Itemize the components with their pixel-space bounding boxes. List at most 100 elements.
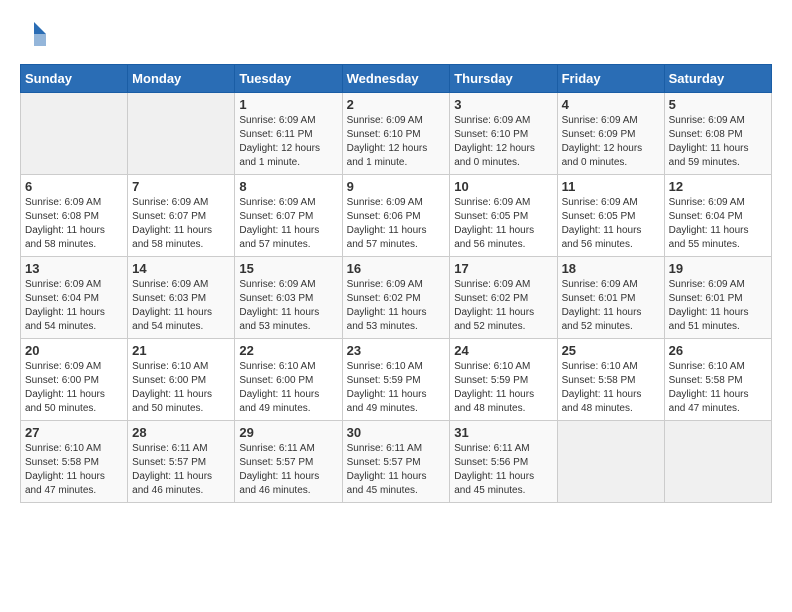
weekday-header: Friday <box>557 65 664 93</box>
calendar-week-row: 1 Sunrise: 6:09 AM Sunset: 6:11 PM Daylig… <box>21 93 772 175</box>
calendar-cell: 16 Sunrise: 6:09 AM Sunset: 6:02 PM Dayli… <box>342 257 450 339</box>
day-info: Sunrise: 6:10 AM Sunset: 5:59 PM Dayligh… <box>347 360 446 416</box>
day-info: Sunrise: 6:09 AM Sunset: 6:08 PM Dayligh… <box>25 196 123 252</box>
day-number: 16 <box>347 261 446 276</box>
day-number: 2 <box>347 97 446 112</box>
calendar-week-row: 13 Sunrise: 6:09 AM Sunset: 6:04 PM Dayli… <box>21 257 772 339</box>
day-info: Sunrise: 6:09 AM Sunset: 6:04 PM Dayligh… <box>669 196 767 252</box>
calendar-cell <box>557 421 664 503</box>
day-info: Sunrise: 6:09 AM Sunset: 6:05 PM Dayligh… <box>562 196 660 252</box>
day-info: Sunrise: 6:09 AM Sunset: 6:08 PM Dayligh… <box>669 114 767 170</box>
calendar-cell: 2 Sunrise: 6:09 AM Sunset: 6:10 PM Daylig… <box>342 93 450 175</box>
day-info: Sunrise: 6:09 AM Sunset: 6:10 PM Dayligh… <box>347 114 446 170</box>
calendar-cell: 13 Sunrise: 6:09 AM Sunset: 6:04 PM Dayli… <box>21 257 128 339</box>
day-info: Sunrise: 6:09 AM Sunset: 6:01 PM Dayligh… <box>562 278 660 334</box>
weekday-header: Wednesday <box>342 65 450 93</box>
logo-icon <box>20 20 48 48</box>
day-info: Sunrise: 6:09 AM Sunset: 6:03 PM Dayligh… <box>239 278 337 334</box>
day-number: 31 <box>454 425 552 440</box>
day-info: Sunrise: 6:09 AM Sunset: 6:02 PM Dayligh… <box>454 278 552 334</box>
day-number: 13 <box>25 261 123 276</box>
page-header <box>20 20 772 48</box>
day-number: 24 <box>454 343 552 358</box>
calendar-cell: 7 Sunrise: 6:09 AM Sunset: 6:07 PM Daylig… <box>128 175 235 257</box>
day-info: Sunrise: 6:10 AM Sunset: 5:58 PM Dayligh… <box>562 360 660 416</box>
calendar-cell <box>21 93 128 175</box>
calendar-header: SundayMondayTuesdayWednesdayThursdayFrid… <box>21 65 772 93</box>
weekday-header: Monday <box>128 65 235 93</box>
calendar-cell: 3 Sunrise: 6:09 AM Sunset: 6:10 PM Daylig… <box>450 93 557 175</box>
calendar-week-row: 6 Sunrise: 6:09 AM Sunset: 6:08 PM Daylig… <box>21 175 772 257</box>
day-info: Sunrise: 6:09 AM Sunset: 6:01 PM Dayligh… <box>669 278 767 334</box>
calendar-cell: 17 Sunrise: 6:09 AM Sunset: 6:02 PM Dayli… <box>450 257 557 339</box>
calendar-cell: 26Sunrise: 6:10 AM Sunset: 5:58 PM Dayli… <box>664 339 771 421</box>
day-info: Sunrise: 6:09 AM Sunset: 6:06 PM Dayligh… <box>347 196 446 252</box>
calendar-cell: 20 Sunrise: 6:09 AM Sunset: 6:00 PM Dayli… <box>21 339 128 421</box>
day-info: Sunrise: 6:09 AM Sunset: 6:04 PM Dayligh… <box>25 278 123 334</box>
calendar-cell: 28Sunrise: 6:11 AM Sunset: 5:57 PM Dayli… <box>128 421 235 503</box>
calendar-cell: 8 Sunrise: 6:09 AM Sunset: 6:07 PM Daylig… <box>235 175 342 257</box>
day-info: Sunrise: 6:09 AM Sunset: 6:02 PM Dayligh… <box>347 278 446 334</box>
calendar-cell <box>128 93 235 175</box>
calendar-week-row: 27Sunrise: 6:10 AM Sunset: 5:58 PM Dayli… <box>21 421 772 503</box>
calendar-cell: 10 Sunrise: 6:09 AM Sunset: 6:05 PM Dayli… <box>450 175 557 257</box>
day-number: 11 <box>562 179 660 194</box>
day-info: Sunrise: 6:09 AM Sunset: 6:11 PM Dayligh… <box>239 114 337 170</box>
calendar-cell: 6 Sunrise: 6:09 AM Sunset: 6:08 PM Daylig… <box>21 175 128 257</box>
day-number: 30 <box>347 425 446 440</box>
calendar-cell: 9 Sunrise: 6:09 AM Sunset: 6:06 PM Daylig… <box>342 175 450 257</box>
calendar-cell: 4 Sunrise: 6:09 AM Sunset: 6:09 PM Daylig… <box>557 93 664 175</box>
day-number: 6 <box>25 179 123 194</box>
day-number: 12 <box>669 179 767 194</box>
day-number: 15 <box>239 261 337 276</box>
calendar-cell: 29 Sunrise: 6:11 AM Sunset: 5:57 PM Dayli… <box>235 421 342 503</box>
calendar-cell: 21 Sunrise: 6:10 AM Sunset: 6:00 PM Dayli… <box>128 339 235 421</box>
day-number: 1 <box>239 97 337 112</box>
day-info: Sunrise: 6:10 AM Sunset: 6:00 PM Dayligh… <box>132 360 230 416</box>
day-number: 18 <box>562 261 660 276</box>
calendar-week-row: 20 Sunrise: 6:09 AM Sunset: 6:00 PM Dayli… <box>21 339 772 421</box>
day-number: 20 <box>25 343 123 358</box>
calendar-cell: 15 Sunrise: 6:09 AM Sunset: 6:03 PM Dayli… <box>235 257 342 339</box>
day-number: 28 <box>132 425 230 440</box>
calendar-table: SundayMondayTuesdayWednesdayThursdayFrid… <box>20 64 772 503</box>
day-number: 9 <box>347 179 446 194</box>
weekday-header: Thursday <box>450 65 557 93</box>
day-info: Sunrise: 6:09 AM Sunset: 6:07 PM Dayligh… <box>239 196 337 252</box>
calendar-cell: 30 Sunrise: 6:11 AM Sunset: 5:57 PM Dayli… <box>342 421 450 503</box>
day-info: Sunrise: 6:09 AM Sunset: 6:07 PM Dayligh… <box>132 196 230 252</box>
day-info: Sunrise: 6:09 AM Sunset: 6:05 PM Dayligh… <box>454 196 552 252</box>
day-info: Sunrise: 6:10 AM Sunset: 5:59 PM Dayligh… <box>454 360 552 416</box>
day-number: 17 <box>454 261 552 276</box>
calendar-cell <box>664 421 771 503</box>
day-number: 29 <box>239 425 337 440</box>
day-info: Sunrise: 6:11 AM Sunset: 5:57 PM Dayligh… <box>239 442 337 498</box>
day-number: 14 <box>132 261 230 276</box>
weekday-header: Saturday <box>664 65 771 93</box>
day-number: 25 <box>562 343 660 358</box>
day-number: 22 <box>239 343 337 358</box>
day-info: Sunrise: 6:11 AM Sunset: 5:57 PM Dayligh… <box>347 442 446 498</box>
day-number: 19 <box>669 261 767 276</box>
day-number: 10 <box>454 179 552 194</box>
day-info: Sunrise: 6:10 AM Sunset: 5:58 PM Dayligh… <box>25 442 123 498</box>
day-info: Sunrise: 6:09 AM Sunset: 6:09 PM Dayligh… <box>562 114 660 170</box>
calendar-cell: 1 Sunrise: 6:09 AM Sunset: 6:11 PM Daylig… <box>235 93 342 175</box>
day-number: 21 <box>132 343 230 358</box>
calendar-cell: 19 Sunrise: 6:09 AM Sunset: 6:01 PM Dayli… <box>664 257 771 339</box>
day-info: Sunrise: 6:09 AM Sunset: 6:00 PM Dayligh… <box>25 360 123 416</box>
weekday-header: Tuesday <box>235 65 342 93</box>
day-number: 26 <box>669 343 767 358</box>
day-number: 7 <box>132 179 230 194</box>
day-number: 5 <box>669 97 767 112</box>
calendar-cell: 31 Sunrise: 6:11 AM Sunset: 5:56 PM Dayli… <box>450 421 557 503</box>
day-info: Sunrise: 6:11 AM Sunset: 5:56 PM Dayligh… <box>454 442 552 498</box>
calendar-cell: 27Sunrise: 6:10 AM Sunset: 5:58 PM Dayli… <box>21 421 128 503</box>
logo <box>20 20 52 48</box>
day-info: Sunrise: 6:09 AM Sunset: 6:10 PM Dayligh… <box>454 114 552 170</box>
day-number: 8 <box>239 179 337 194</box>
day-info: Sunrise: 6:09 AM Sunset: 6:03 PM Dayligh… <box>132 278 230 334</box>
day-number: 3 <box>454 97 552 112</box>
day-number: 4 <box>562 97 660 112</box>
calendar-cell: 12 Sunrise: 6:09 AM Sunset: 6:04 PM Dayli… <box>664 175 771 257</box>
